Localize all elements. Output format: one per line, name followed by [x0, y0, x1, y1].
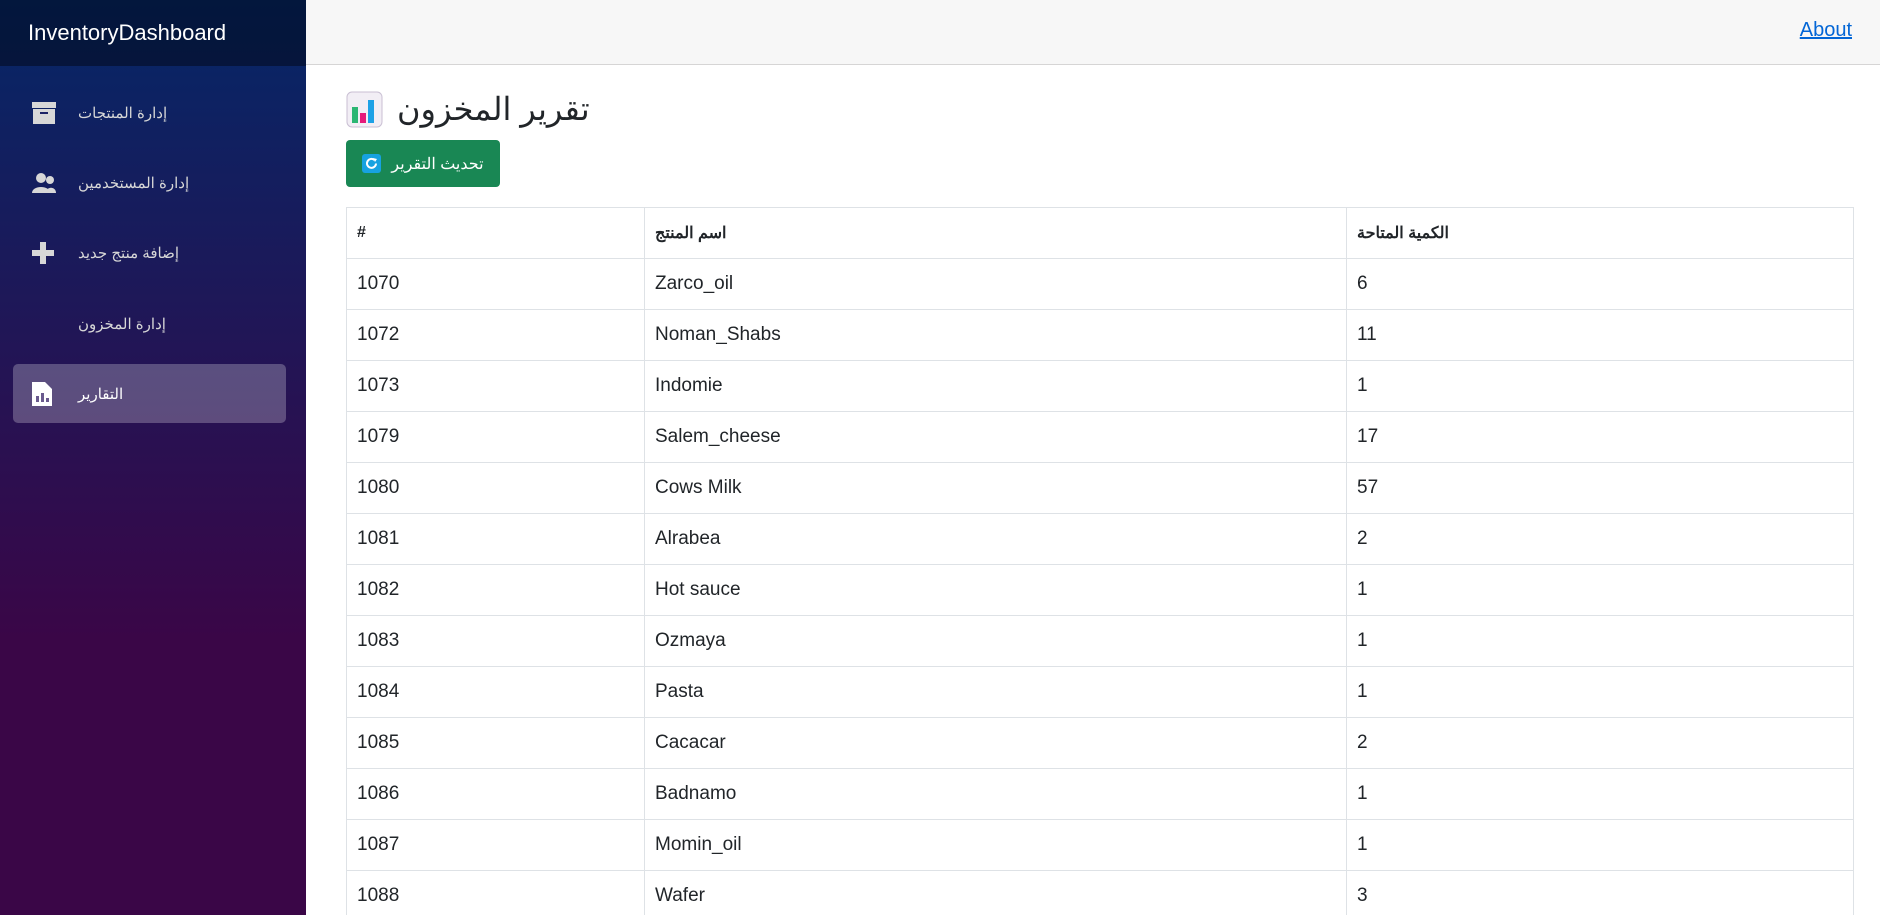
cell-id: 1087 [346, 819, 645, 871]
cell-product-name: Alrabea [644, 513, 1347, 565]
cell-id: 1082 [346, 564, 645, 616]
cell-id: 1073 [346, 360, 645, 412]
cell-product-name: Badnamo [644, 768, 1347, 820]
cell-quantity: 3 [1346, 870, 1854, 915]
inventory-table: # اسم المنتج الكمية المتاحة 1070 Zarco_oi… [346, 207, 1854, 915]
users-icon [32, 172, 78, 194]
sidebar-item-users[interactable]: إدارة المستخدمين [13, 153, 286, 212]
cell-product-name: Indomie [644, 360, 1347, 412]
sidebar: InventoryDashboard إدارة المنتجات إدارة … [0, 0, 306, 915]
cell-product-name: Momin_oil [644, 819, 1347, 871]
sidebar-item-inventory[interactable]: إدارة المخزون [13, 294, 286, 353]
table-row: 1079 Salem_cheese 17 [346, 411, 1854, 463]
cell-id: 1083 [346, 615, 645, 667]
cell-quantity: 1 [1346, 768, 1854, 820]
report-document-icon [32, 381, 78, 406]
table-body: 1070 Zarco_oil 6 1072 Noman_Shabs 11 1073 Indom… [346, 258, 1854, 915]
plus-icon [32, 241, 78, 264]
cell-id: 1086 [346, 768, 645, 820]
sidebar-item-label: إضافة منتج جديد [78, 244, 179, 262]
cell-product-name: Cacacar [644, 717, 1347, 769]
cell-quantity: 6 [1346, 258, 1854, 310]
cell-quantity: 2 [1346, 513, 1854, 565]
cell-product-name: Salem_cheese [644, 411, 1347, 463]
cell-id: 1088 [346, 870, 645, 915]
cell-quantity: 1 [1346, 819, 1854, 871]
cell-quantity: 1 [1346, 360, 1854, 412]
table-row: 1085 Cacacar 2 [346, 717, 1854, 769]
sidebar-item-label: التقارير [78, 385, 124, 403]
table-header-row: # اسم المنتج الكمية المتاحة [346, 207, 1854, 259]
table-row: 1082 Hot sauce 1 [346, 564, 1854, 616]
table-row: 1073 Indomie 1 [346, 360, 1854, 412]
refresh-button-label: تحديث التقرير [391, 155, 484, 173]
brand-bar: InventoryDashboard [0, 0, 306, 66]
cell-id: 1070 [346, 258, 645, 310]
table-row: 1081 Alrabea 2 [346, 513, 1854, 565]
main-content: تقرير المخزون تحديث التقرير # اسم المنتج… [346, 66, 1854, 915]
sidebar-item-label: إدارة المستخدمين [78, 174, 190, 192]
cell-quantity: 1 [1346, 615, 1854, 667]
table-row: 1070 Zarco_oil 6 [346, 258, 1854, 310]
cell-id: 1084 [346, 666, 645, 718]
column-header-id: # [346, 207, 645, 259]
table-row: 1088 Wafer 3 [346, 870, 1854, 915]
cell-product-name: Zarco_oil [644, 258, 1347, 310]
cell-quantity: 57 [1346, 462, 1854, 514]
cell-quantity: 2 [1346, 717, 1854, 769]
refresh-icon [362, 154, 382, 173]
cell-product-name: Hot sauce [644, 564, 1347, 616]
cell-id: 1085 [346, 717, 645, 769]
refresh-report-button[interactable]: تحديث التقرير [346, 140, 500, 187]
cell-id: 1079 [346, 411, 645, 463]
table-row: 1086 Badnamo 1 [346, 768, 1854, 820]
sidebar-item-add-product[interactable]: إضافة منتج جديد [13, 223, 286, 282]
cell-product-name: Ozmaya [644, 615, 1347, 667]
table-row: 1084 Pasta 1 [346, 666, 1854, 718]
cell-id: 1080 [346, 462, 645, 514]
cell-quantity: 1 [1346, 666, 1854, 718]
table-row: 1080 Cows Milk 57 [346, 462, 1854, 514]
table-row: 1072 Noman_Shabs 11 [346, 309, 1854, 361]
cell-product-name: Cows Milk [644, 462, 1347, 514]
sidebar-item-label: إدارة المنتجات [78, 104, 168, 122]
column-header-product-name: اسم المنتج [644, 207, 1347, 259]
cell-id: 1081 [346, 513, 645, 565]
page-title: تقرير المخزون [397, 91, 590, 127]
top-bar: About [306, 0, 1880, 65]
cell-product-name: Noman_Shabs [644, 309, 1347, 361]
column-header-quantity: الكمية المتاحة [1346, 207, 1854, 259]
cell-quantity: 11 [1346, 309, 1854, 361]
cell-product-name: Pasta [644, 666, 1347, 718]
cell-quantity: 1 [1346, 564, 1854, 616]
cell-product-name: Wafer [644, 870, 1347, 915]
sidebar-item-products[interactable]: إدارة المنتجات [13, 83, 286, 142]
sidebar-item-label: إدارة المخزون [78, 315, 166, 333]
table-row: 1083 Ozmaya 1 [346, 615, 1854, 667]
archive-box-icon [32, 101, 78, 124]
title-row: تقرير المخزون [346, 88, 1854, 130]
about-link[interactable]: About [1800, 19, 1852, 42]
table-row: 1087 Momin_oil 1 [346, 819, 1854, 871]
brand-link[interactable]: InventoryDashboard [28, 20, 226, 46]
cell-id: 1072 [346, 309, 645, 361]
bar-chart-icon [346, 91, 383, 128]
cell-quantity: 17 [1346, 411, 1854, 463]
sidebar-item-reports[interactable]: التقارير [13, 364, 286, 423]
